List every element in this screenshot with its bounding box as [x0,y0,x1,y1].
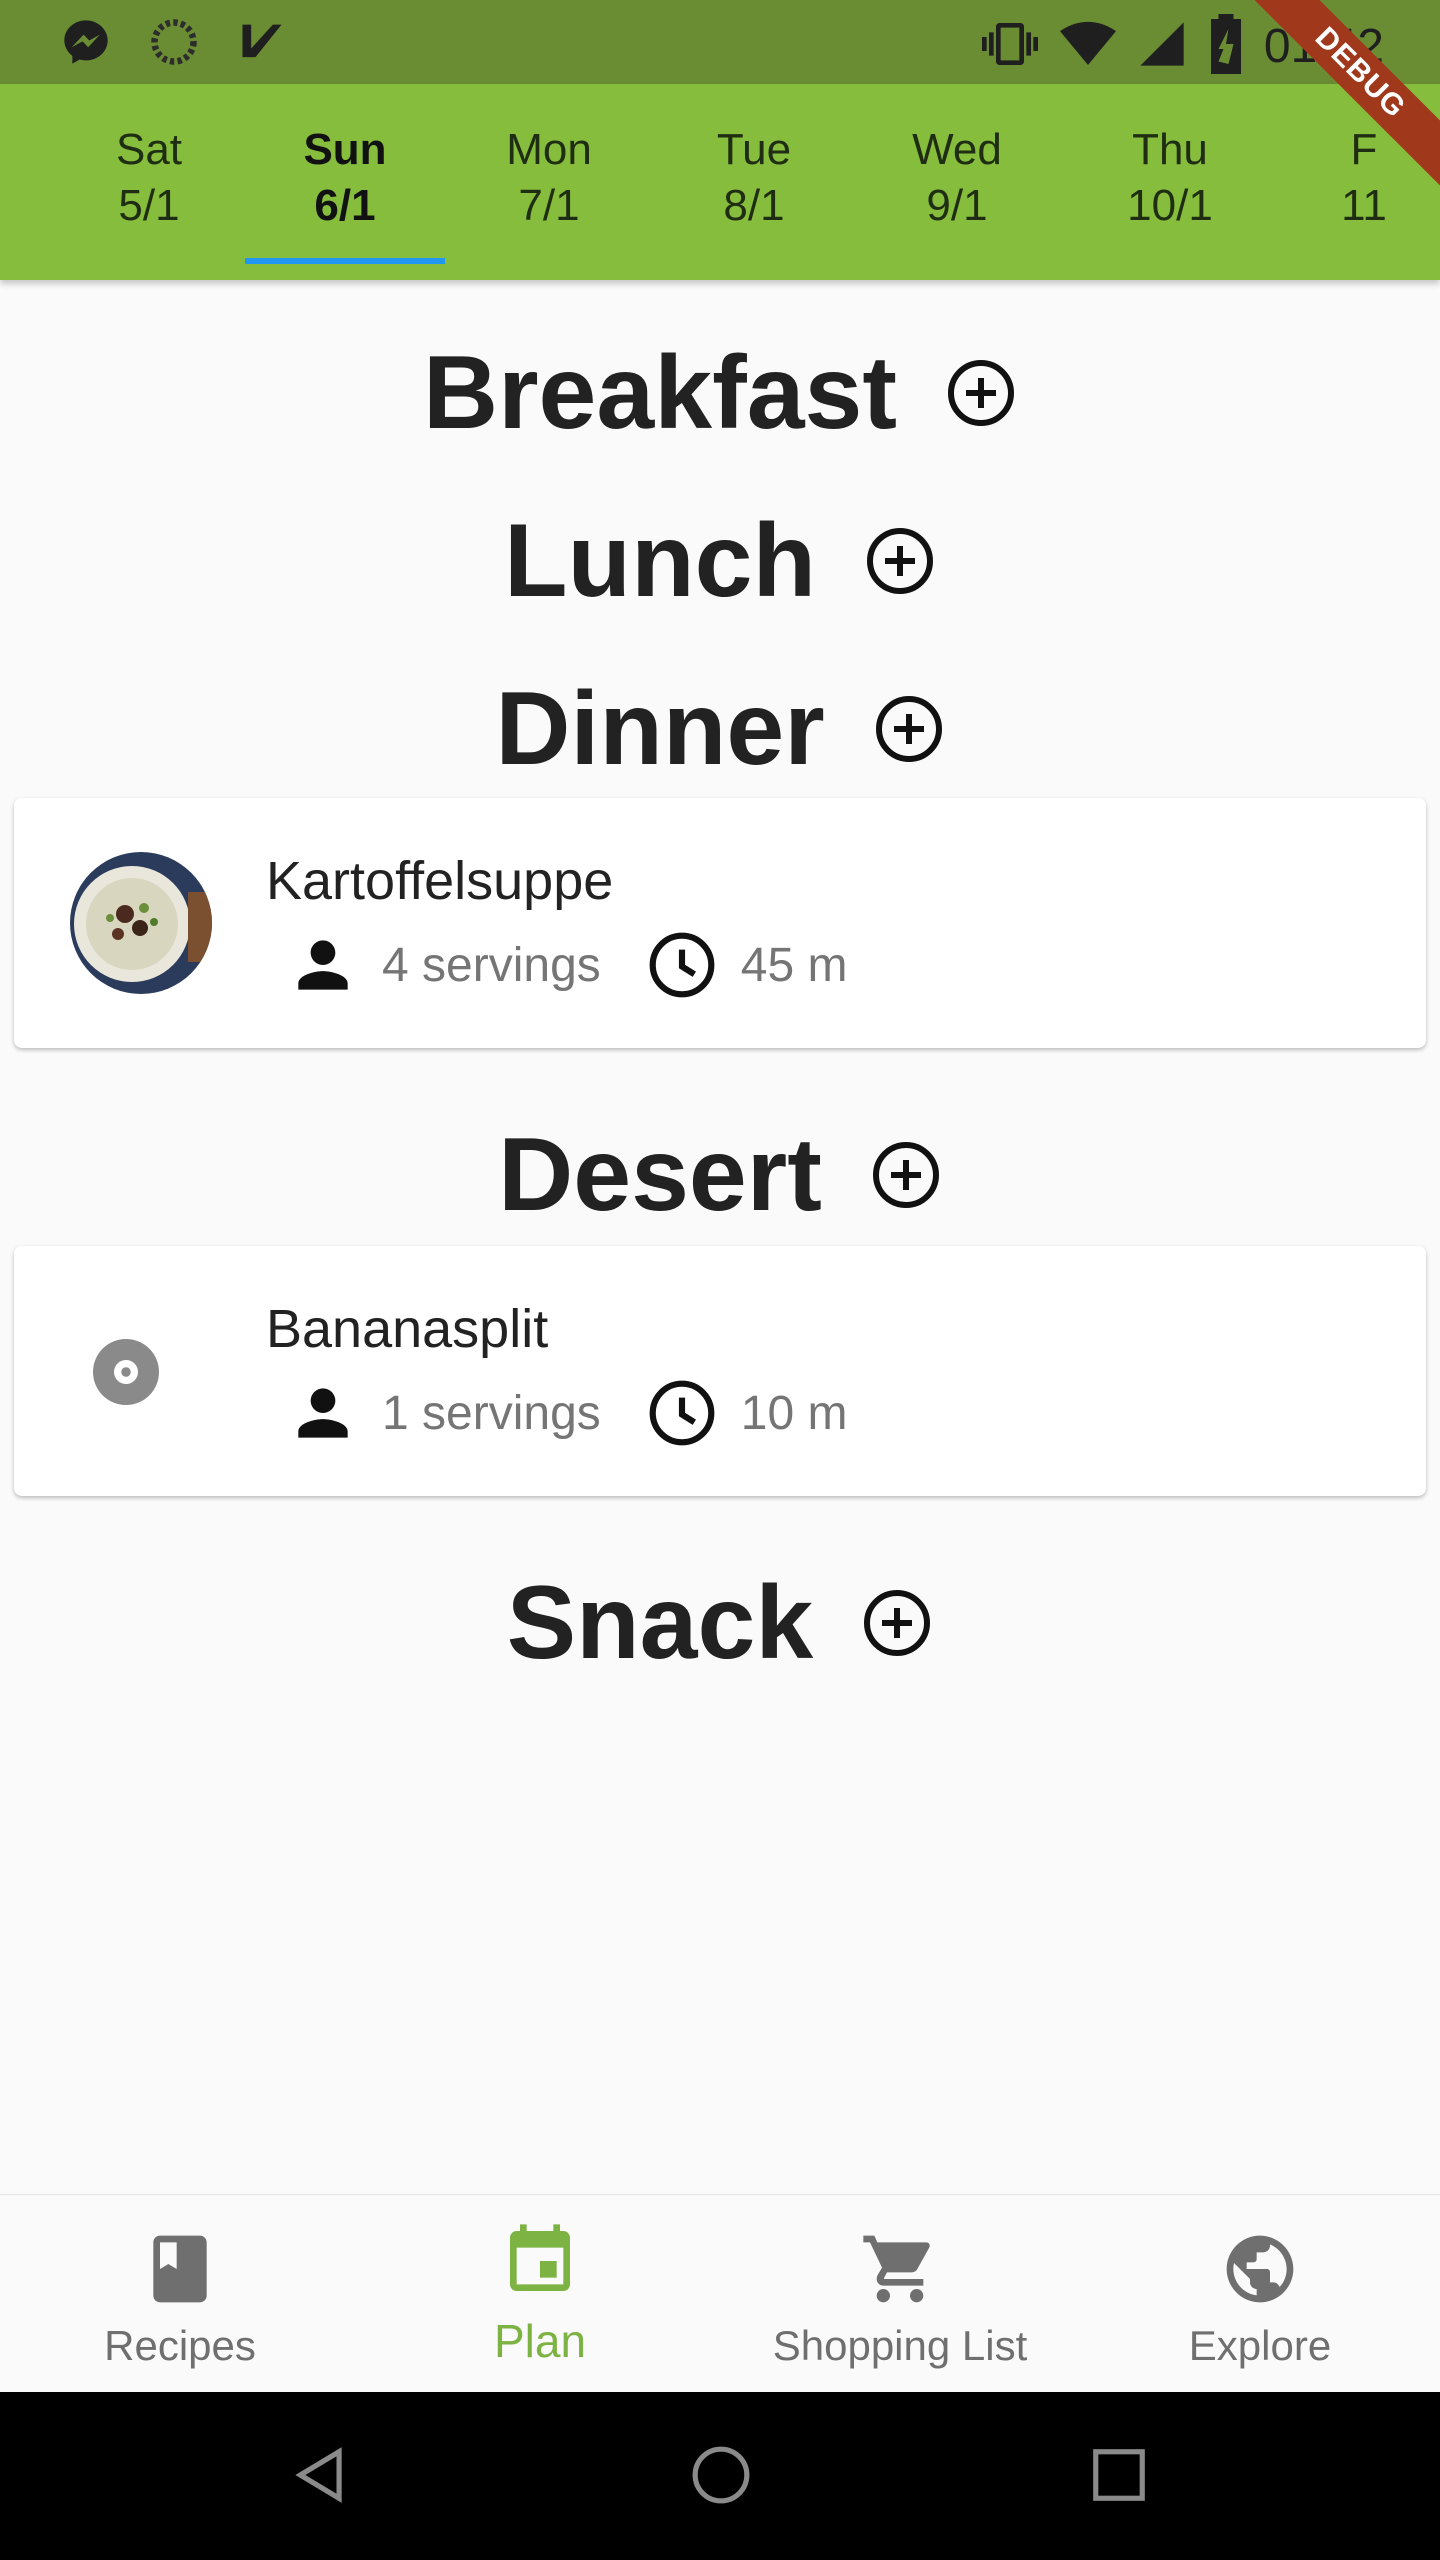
nav-label: Plan [493,2315,587,2367]
person-icon [286,1376,360,1450]
date-tab-date: 6/1 [314,181,376,230]
date-tab-wed[interactable]: Wed 9/1 [857,122,1057,234]
date-tab-mon[interactable]: Mon 7/1 [449,122,649,234]
recipe-time: 10 m [740,1386,848,1440]
date-tab-sat[interactable]: Sat 5/1 [49,122,249,234]
placeholder-image-icon [90,1336,162,1408]
date-tab-day: Wed [912,125,1002,174]
checkmark-icon [236,16,288,73]
date-tab-sun[interactable]: Sun 6/1 [245,122,445,234]
date-tab-day: Thu [1132,125,1208,174]
signal-icon [1136,16,1188,77]
date-tab-bar: Sat 5/1 Sun 6/1 Mon 7/1 Tue 8/1 Wed 9/1 … [0,84,1440,280]
date-tab-day: Sun [303,125,387,174]
date-tab-day: Tue [716,125,792,174]
recipe-servings: 4 servings [382,938,601,992]
nav-explore[interactable]: Explore [1080,2229,1440,2370]
nav-plan[interactable]: Plan [360,2221,720,2368]
date-tab-day: Mon [506,125,592,174]
nav-label: Explore [1188,2322,1332,2369]
recipe-time: 45 m [740,938,848,992]
recipe-card-bananasplit[interactable]: Bananasplit 1 servings 10 m [14,1246,1426,1496]
system-navigation-bar [0,2392,1440,2560]
back-icon[interactable] [290,2444,352,2511]
wifi-icon [1058,16,1118,77]
date-tab-day: Sat [115,125,183,174]
date-tab-date: 8/1 [723,181,785,230]
vibrate-icon [980,16,1040,77]
cart-icon [860,2229,940,2309]
calendar-icon [500,2221,580,2301]
home-icon[interactable] [690,2444,752,2511]
messenger-icon [60,16,112,73]
meal-title: Snack [506,1564,814,1681]
globe-icon [1220,2229,1300,2309]
nav-label: Shopping List [772,2322,1028,2369]
book-icon [140,2229,220,2309]
nav-recipes[interactable]: Recipes [0,2229,360,2370]
snack-section: Snack [0,1540,1440,1706]
battery-icon [1206,14,1246,79]
clock-icon [645,1376,719,1450]
meal-title: Desert [498,1116,822,1233]
date-tab-tue[interactable]: Tue 8/1 [654,122,854,234]
add-circle-icon[interactable] [870,1139,942,1211]
desert-section: Desert [0,1092,1440,1258]
recipe-name: Bananasplit [266,1299,549,1359]
date-tab-date: 10/1 [1127,181,1213,230]
add-circle-icon[interactable] [864,525,936,597]
date-tab-fri[interactable]: F 11 [1264,122,1440,234]
add-circle-icon[interactable] [945,357,1017,429]
recents-icon[interactable] [1088,2444,1150,2511]
tab-indicator [245,258,445,264]
recipe-meta: 1 servings 10 m [286,1376,847,1450]
status-time: 01:42 [1263,20,1384,73]
meal-title: Dinner [495,670,825,787]
date-tab-date: 5/1 [118,181,180,230]
breakfast-section: Breakfast [0,310,1440,476]
nav-shopping-list[interactable]: Shopping List [720,2229,1080,2370]
date-tab-day: F [1350,125,1378,174]
clock-icon [645,928,719,1002]
recipe-card-kartoffelsuppe[interactable]: Kartoffelsuppe 4 servings 45 m [14,798,1426,1048]
date-tab-date: 7/1 [518,181,580,230]
status-bar: 01:42 [0,0,1440,84]
person-icon [286,928,360,1002]
recipe-name: Kartoffelsuppe [266,851,614,911]
recipe-servings: 1 servings [382,1386,601,1440]
recipe-meta: 4 servings 45 m [286,928,847,1002]
date-tab-thu[interactable]: Thu 10/1 [1070,122,1270,234]
circle-icon [148,16,200,73]
meal-title: Lunch [504,502,816,619]
meal-title: Breakfast [422,334,898,451]
date-tab-date: 11 [1341,181,1387,230]
add-circle-icon[interactable] [861,1587,933,1659]
nav-label: Recipes [104,2322,256,2369]
date-tab-date: 9/1 [926,181,988,230]
dinner-section: Dinner [0,646,1440,812]
lunch-section: Lunch [0,478,1440,644]
recipe-thumbnail [70,852,212,994]
bottom-navigation: Recipes Plan Shopping List Explore [0,2194,1440,2393]
add-circle-icon[interactable] [873,693,945,765]
